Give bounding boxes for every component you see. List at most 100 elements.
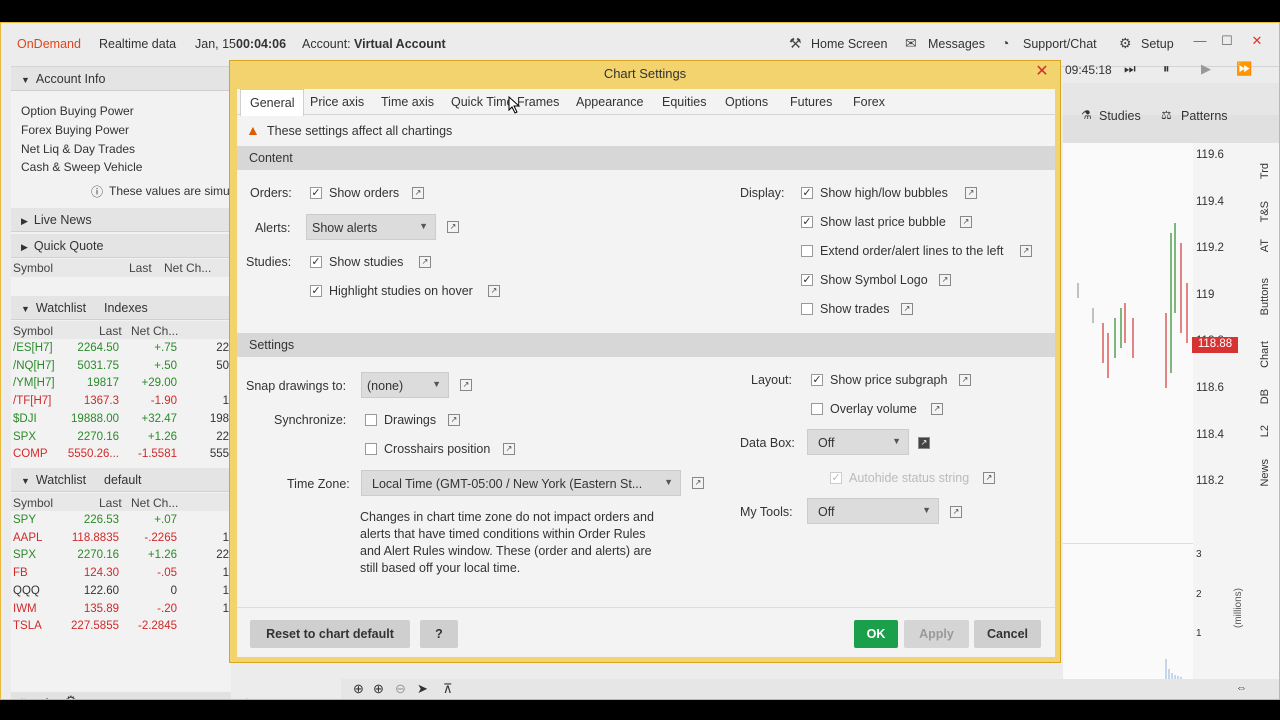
- skip-forward-icon[interactable]: ⏭: [1124, 61, 1136, 77]
- maximize-icon[interactable]: ☐: [1216, 33, 1238, 51]
- mytools-dropdown[interactable]: Off ▼: [807, 498, 939, 524]
- side-tab[interactable]: News: [1259, 459, 1279, 487]
- col-symbol[interactable]: Symbol: [13, 324, 53, 338]
- studies-button[interactable]: Studies: [1099, 109, 1141, 123]
- account-item-forex-bp[interactable]: Forex Buying Power: [21, 123, 129, 137]
- reset-button[interactable]: Reset to chart default: [250, 620, 410, 648]
- ondemand-button[interactable]: OnDemand: [17, 37, 81, 51]
- watchlist-row[interactable]: AAPL 118.8835 -.2265 1: [11, 530, 231, 548]
- live-news-header[interactable]: ▶ Live News: [11, 208, 231, 232]
- popout-icon[interactable]: ↗: [931, 403, 943, 415]
- zoom-in-icon[interactable]: ⊕: [373, 681, 384, 697]
- col-netchange[interactable]: Net Ch...: [131, 324, 178, 338]
- watchlist-row[interactable]: IWM 135.89 -.20 1: [11, 601, 231, 619]
- watchlist-row[interactable]: /YM[H7] 19817 +29.00: [11, 375, 231, 393]
- account-item-cash[interactable]: Cash & Sweep Vehicle: [21, 160, 142, 174]
- ok-button[interactable]: OK: [854, 620, 898, 648]
- show-symbol-logo-checkbox[interactable]: ✓: [801, 274, 813, 286]
- timezone-dropdown[interactable]: Local Time (GMT-05:00 / New York (Easter…: [361, 470, 681, 496]
- side-tab[interactable]: Buttons: [1259, 278, 1279, 315]
- messages-button[interactable]: Messages: [928, 37, 985, 51]
- play-icon[interactable]: ▶: [1201, 61, 1211, 77]
- show-hl-bubbles-checkbox[interactable]: ✓: [801, 187, 813, 199]
- setup-button[interactable]: Setup: [1141, 37, 1174, 51]
- tab-appearance[interactable]: Appearance: [576, 95, 643, 109]
- watchlist-name-selector[interactable]: Indexes: [104, 301, 148, 315]
- popout-icon[interactable]: ↗: [959, 374, 971, 386]
- drawing-icon[interactable]: ⊼: [443, 681, 453, 697]
- fast-forward-icon[interactable]: ⏩: [1236, 61, 1252, 77]
- zoom-out-icon[interactable]: ⊖: [395, 681, 406, 697]
- cancel-button[interactable]: Cancel: [974, 620, 1041, 648]
- pointer-icon[interactable]: ➤: [417, 681, 428, 697]
- minimize-icon[interactable]: —: [1189, 33, 1211, 51]
- watchlist-default-header[interactable]: ▼ Watchlist default: [11, 468, 231, 492]
- side-tab[interactable]: Chart: [1259, 341, 1279, 368]
- col-netchange[interactable]: Net Ch...: [164, 261, 211, 275]
- account-item-option-bp[interactable]: Option Buying Power: [21, 104, 134, 118]
- col-symbol[interactable]: Symbol: [13, 496, 53, 510]
- popout-icon[interactable]: ↗: [918, 437, 930, 449]
- tab-time-axis[interactable]: Time axis: [381, 95, 434, 109]
- watchlist-row[interactable]: COMP 5550.26... -1.5581 555: [11, 446, 231, 464]
- popout-icon[interactable]: ↗: [950, 506, 962, 518]
- scroll-icon[interactable]: ⇔: [1236, 682, 1247, 694]
- quick-quote-header[interactable]: ▶ Quick Quote: [11, 234, 231, 258]
- popout-icon[interactable]: ↗: [1020, 245, 1032, 257]
- collapse-left-icon[interactable]: ⇤: [21, 694, 31, 699]
- tab-equities[interactable]: Equities: [662, 95, 706, 109]
- popout-icon[interactable]: ↗: [939, 274, 951, 286]
- side-tab[interactable]: T&S: [1259, 201, 1279, 222]
- watchlist-row[interactable]: SPX 2270.16 +1.26 22: [11, 547, 231, 565]
- popout-icon[interactable]: ↗: [503, 443, 515, 455]
- popout-icon[interactable]: ↗: [488, 285, 500, 297]
- popout-icon[interactable]: ↗: [960, 216, 972, 228]
- watchlist-row[interactable]: FB 124.30 -.05 1: [11, 565, 231, 583]
- col-netchange[interactable]: Net Ch...: [131, 496, 178, 510]
- pause-icon[interactable]: ⏸: [1163, 61, 1170, 77]
- realtime-data-label[interactable]: Realtime data: [99, 37, 176, 51]
- popout-icon[interactable]: ↗: [965, 187, 977, 199]
- watchlist-row[interactable]: TSLA 227.5855 -2.2845: [11, 618, 231, 636]
- watchlist-row[interactable]: QQQ 122.60 0 1: [11, 583, 231, 601]
- watchlist-row[interactable]: /NQ[H7] 5031.75 +.50 50: [11, 358, 231, 376]
- popout-icon[interactable]: ↗: [901, 303, 913, 315]
- popout-icon[interactable]: ↗: [412, 187, 424, 199]
- popout-icon[interactable]: ↗: [447, 221, 459, 233]
- close-icon[interactable]: ✕: [1246, 33, 1268, 51]
- side-tab[interactable]: Trd: [1259, 163, 1279, 179]
- help-button[interactable]: ?: [420, 620, 458, 648]
- popout-icon[interactable]: ↗: [460, 379, 472, 391]
- show-last-bubble-checkbox[interactable]: ✓: [801, 216, 813, 228]
- tab-quick-time-frames[interactable]: Quick Time Frames: [451, 95, 559, 109]
- col-last[interactable]: Last: [129, 261, 152, 275]
- account-info-header[interactable]: ▼ Account Info: [11, 67, 231, 91]
- databox-dropdown[interactable]: Off ▼: [807, 429, 909, 455]
- watchlist-row[interactable]: SPY 226.53 +.07: [11, 512, 231, 530]
- overlay-volume-checkbox[interactable]: [811, 403, 823, 415]
- apply-button[interactable]: Apply: [904, 620, 969, 648]
- up-icon[interactable]: ▲: [241, 694, 253, 699]
- popout-icon[interactable]: ↗: [448, 414, 460, 426]
- popout-icon[interactable]: ↗: [983, 472, 995, 484]
- crosshair-icon[interactable]: ⊕: [353, 681, 364, 697]
- account-selector[interactable]: Virtual Account: [354, 37, 446, 51]
- tab-forex[interactable]: Forex: [853, 95, 885, 109]
- watchlist-row[interactable]: SPX 2270.16 +1.26 22: [11, 429, 231, 447]
- tab-price-axis[interactable]: Price axis: [310, 95, 364, 109]
- highlight-studies-checkbox[interactable]: ✓: [310, 285, 322, 297]
- popout-icon[interactable]: ↗: [692, 477, 704, 489]
- popout-icon[interactable]: ↗: [419, 256, 431, 268]
- side-tab[interactable]: AT: [1259, 239, 1279, 252]
- alerts-dropdown[interactable]: Show alerts ▼: [306, 214, 436, 240]
- col-symbol[interactable]: Symbol: [13, 261, 53, 275]
- sync-drawings-checkbox[interactable]: [365, 414, 377, 426]
- sync-crosshairs-checkbox[interactable]: [365, 443, 377, 455]
- tab-futures[interactable]: Futures: [790, 95, 832, 109]
- account-item-netliq[interactable]: Net Liq & Day Trades: [21, 142, 135, 156]
- home-screen-button[interactable]: Home Screen: [811, 37, 887, 51]
- show-trades-checkbox[interactable]: [801, 303, 813, 315]
- col-last[interactable]: Last: [99, 324, 122, 338]
- watchlist-indexes-header[interactable]: ▼ Watchlist Indexes: [11, 296, 231, 320]
- patterns-button[interactable]: Patterns: [1181, 109, 1228, 123]
